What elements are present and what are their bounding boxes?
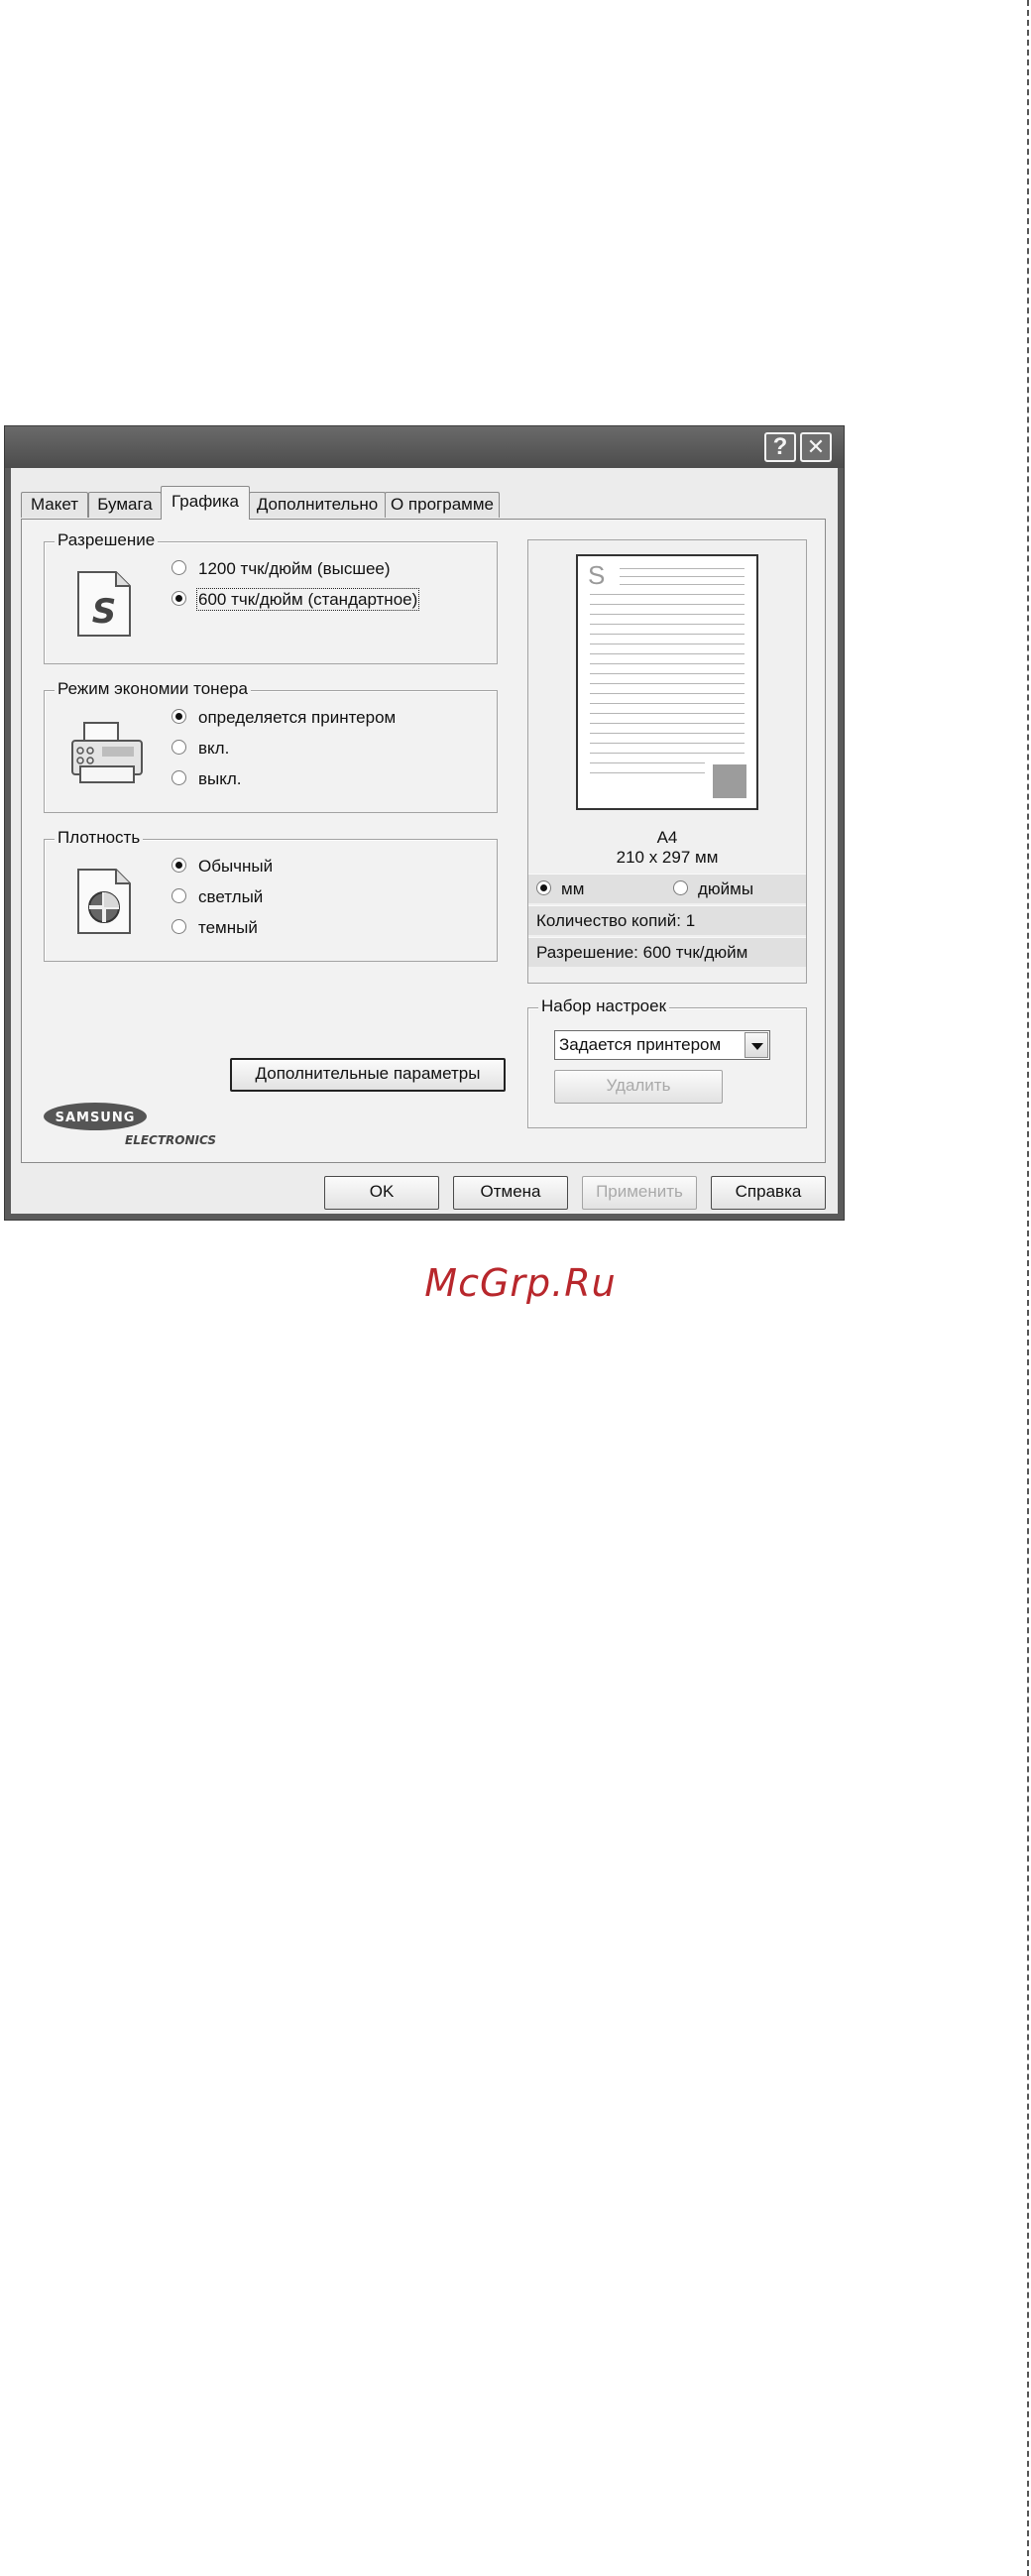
presets-legend: Набор настроек xyxy=(538,996,670,1016)
resolution-icon: S xyxy=(74,568,134,644)
density-dark-label: темный xyxy=(198,918,258,937)
page-preview-panel: S A4 210 x 297 мм мм дюймы Количество ко… xyxy=(527,539,807,984)
toner-on-option[interactable]: вкл. xyxy=(172,738,229,760)
density-dark-option[interactable]: темный xyxy=(172,917,258,939)
radio-toner-on[interactable] xyxy=(172,740,186,756)
paper-size: 210 x 297 мм xyxy=(616,848,719,867)
radio-600[interactable] xyxy=(172,591,186,607)
toner-by-printer-option[interactable]: определяется принтером xyxy=(172,707,396,729)
tab-layout[interactable]: Макет xyxy=(21,492,88,518)
density-light-label: светлый xyxy=(198,887,264,906)
radio-density-normal[interactable] xyxy=(172,858,186,874)
apply-button[interactable]: Применить xyxy=(582,1176,697,1210)
density-normal-label: Обычный xyxy=(198,857,274,876)
resolution-group: Разрешение S 1200 тчк/дюйм (высшее) 600 … xyxy=(44,530,498,664)
svg-text:S: S xyxy=(92,592,117,632)
help-button[interactable]: ? xyxy=(764,432,796,462)
close-button[interactable]: ✕ xyxy=(800,432,832,462)
radio-density-light[interactable] xyxy=(172,888,186,904)
cancel-button[interactable]: Отмена xyxy=(453,1176,568,1210)
tab-advanced[interactable]: Дополнительно xyxy=(249,492,386,518)
resolution-1200-option[interactable]: 1200 тчк/дюйм (высшее) xyxy=(172,558,391,580)
resolution-info: Разрешение: 600 тчк/дюйм xyxy=(528,937,806,967)
toner-save-legend: Режим экономии тонера xyxy=(55,679,251,699)
printer-properties-dialog: ? ✕ Макет Бумага Графика Дополнительно О… xyxy=(4,425,845,1221)
printer-toner-icon xyxy=(66,719,148,793)
dialog-client-area: Макет Бумага Графика Дополнительно О про… xyxy=(11,468,838,1214)
graphics-tab-panel: Разрешение S 1200 тчк/дюйм (высшее) 600 … xyxy=(21,519,826,1163)
toner-on-label: вкл. xyxy=(198,739,230,758)
resolution-600-option[interactable]: 600 тчк/дюйм (стандартное) xyxy=(172,588,420,611)
radio-toner-by-printer[interactable] xyxy=(172,709,186,725)
preview-image-block xyxy=(713,764,746,798)
resolution-legend: Разрешение xyxy=(55,530,159,550)
units-row: мм дюймы xyxy=(528,874,806,903)
density-light-option[interactable]: светлый xyxy=(172,886,263,908)
toner-off-label: выкл. xyxy=(198,769,242,788)
resolution-600-label: 600 тчк/дюйм (стандартное) xyxy=(195,588,420,611)
unit-mm-option[interactable]: мм xyxy=(536,878,584,900)
chevron-down-icon[interactable] xyxy=(745,1032,768,1058)
tab-paper[interactable]: Бумага xyxy=(88,492,162,518)
svg-text:SAMSUNG: SAMSUNG xyxy=(56,1111,136,1125)
unit-inch-option[interactable]: дюймы xyxy=(673,878,753,900)
samsung-logo: SAMSUNG ELECTRONICS xyxy=(44,1095,222,1155)
radio-unit-inch[interactable] xyxy=(673,880,688,896)
preview-page-letter: S xyxy=(588,560,606,590)
presets-selected-value: Задается принтером xyxy=(559,1035,722,1054)
watermark-text: McGrp.Ru xyxy=(424,1261,617,1305)
paper-name: A4 xyxy=(656,828,678,847)
radio-toner-off[interactable] xyxy=(172,770,186,786)
toner-by-printer-label: определяется принтером xyxy=(198,708,397,727)
radio-unit-mm[interactable] xyxy=(536,880,551,896)
page-preview: S xyxy=(576,554,758,810)
svg-text:ELECTRONICS: ELECTRONICS xyxy=(125,1133,216,1147)
advanced-options-button[interactable]: Дополнительные параметры xyxy=(230,1058,506,1092)
density-group: Плотность Обычный светлый темный xyxy=(44,828,498,962)
presets-group: Набор настроек Задается принтером Удалит… xyxy=(527,996,807,1128)
ok-button[interactable]: OK xyxy=(324,1176,439,1210)
density-normal-option[interactable]: Обычный xyxy=(172,856,273,878)
delete-preset-button[interactable]: Удалить xyxy=(554,1070,723,1104)
density-legend: Плотность xyxy=(55,828,144,848)
resolution-1200-label: 1200 тчк/дюйм (высшее) xyxy=(198,559,391,578)
toner-save-group: Режим экономии тонера определяется принт… xyxy=(44,679,498,813)
tab-about[interactable]: О программе xyxy=(385,492,500,518)
help-dialog-button[interactable]: Справка xyxy=(711,1176,826,1210)
radio-density-dark[interactable] xyxy=(172,919,186,935)
density-icon xyxy=(74,866,134,942)
unit-mm-label: мм xyxy=(561,879,585,898)
copies-info: Количество копий: 1 xyxy=(528,905,806,935)
tab-graphics[interactable]: Графика xyxy=(161,486,250,520)
presets-select[interactable]: Задается принтером xyxy=(554,1030,770,1060)
unit-inch-label: дюймы xyxy=(698,879,754,898)
title-bar: ? ✕ xyxy=(5,426,844,468)
toner-off-option[interactable]: выкл. xyxy=(172,768,242,790)
radio-1200[interactable] xyxy=(172,560,186,576)
